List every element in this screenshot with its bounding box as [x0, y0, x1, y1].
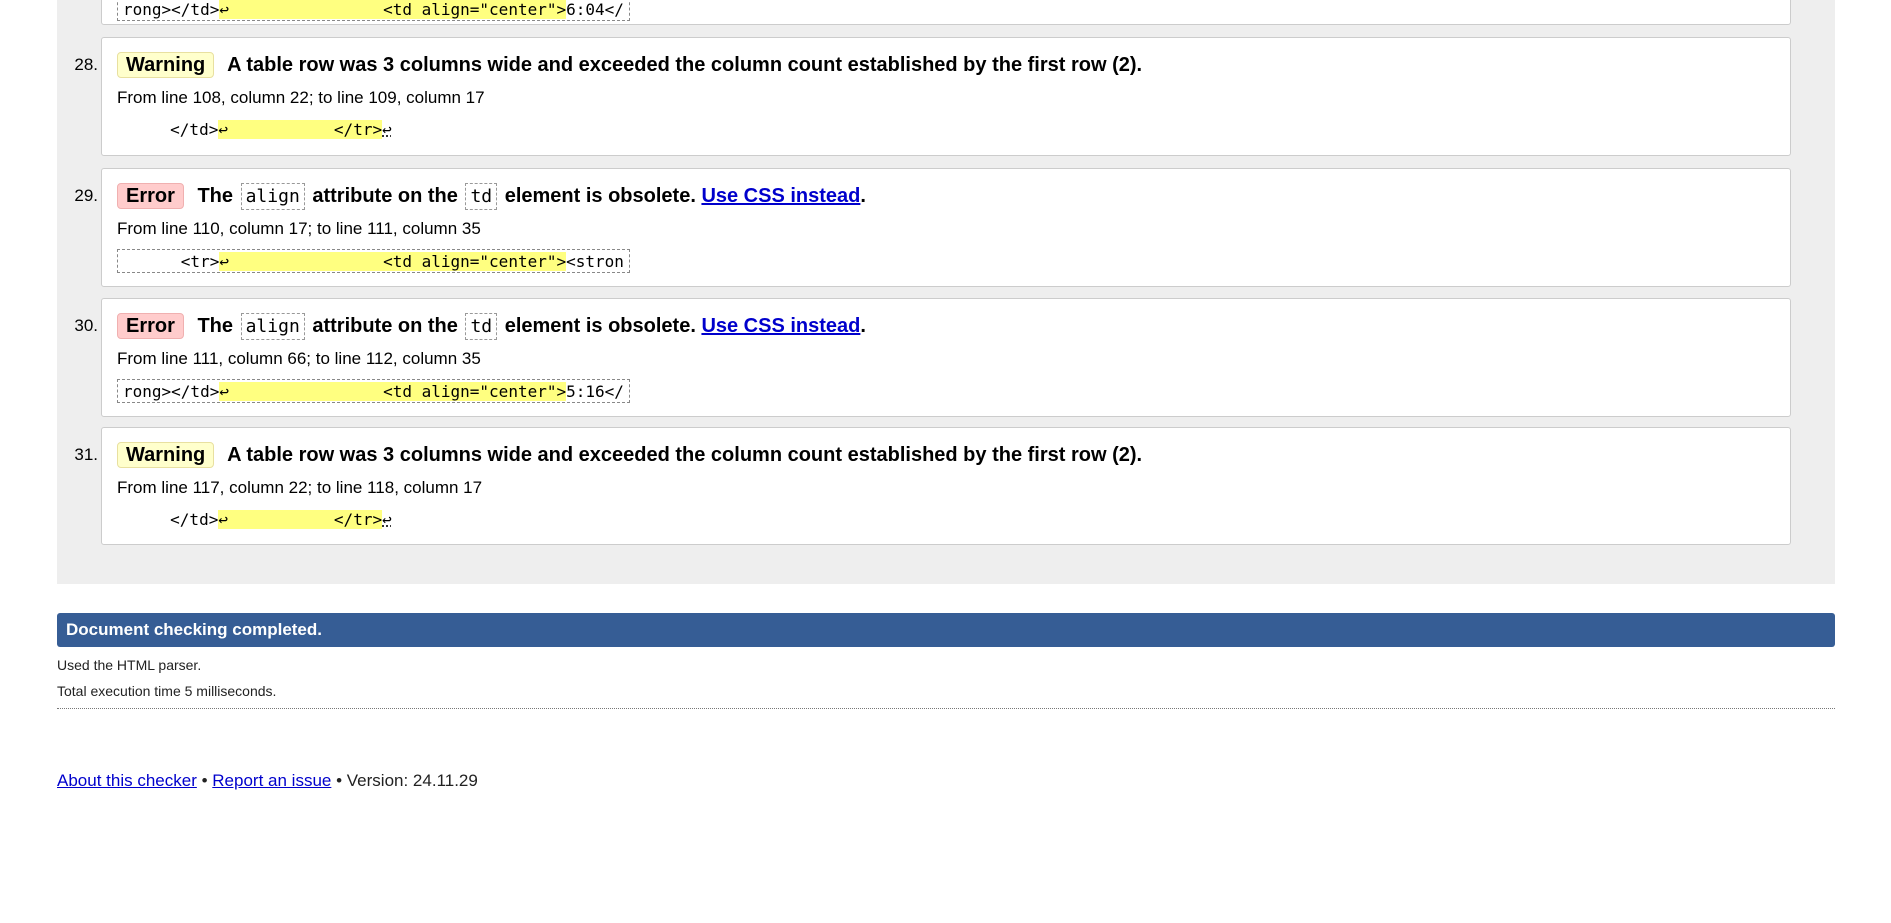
message-location: From line 117, column 22; to line 118, c…	[117, 478, 483, 497]
message-headline: Warning A table row was 3 columns wide a…	[117, 442, 1142, 468]
message-text: element is obsolete.	[504, 185, 696, 207]
separator: •	[336, 771, 343, 790]
inline-code: td	[465, 313, 498, 340]
inline-code: td	[465, 183, 498, 210]
report-issue-link[interactable]: Report an issue	[212, 771, 331, 790]
extract-text: <stron	[566, 252, 624, 271]
execution-time: Total execution time 5 milliseconds.	[57, 683, 277, 699]
code-extract: <tr>↩ <td align="center"><stron	[117, 249, 630, 273]
message-card-error: Error The align attribute on the td elem…	[101, 168, 1791, 287]
inline-code: align	[240, 183, 305, 210]
message-text: attribute on the	[312, 185, 458, 207]
about-link[interactable]: About this checker	[57, 771, 197, 790]
footer: About this checker • Report an issue • V…	[57, 771, 478, 791]
message-headline: Warning A table row was 3 columns wide a…	[117, 52, 1142, 78]
extract-text: 5:16</	[566, 382, 624, 401]
extract-text: </td>	[122, 120, 219, 139]
message-text: A table row was 3 columns wide and excee…	[227, 54, 1143, 76]
message-card-warning: Warning A table row was 3 columns wide a…	[101, 427, 1791, 545]
parser-info: Used the HTML parser.	[57, 657, 202, 673]
message-card-previous: rong></td>↩ <td align="center">6:04</	[101, 0, 1791, 25]
code-extract: rong></td>↩ <td align="center">6:04</	[117, 0, 630, 21]
extract-text: rong></td>	[123, 0, 220, 19]
extract-text: <tr>	[123, 252, 220, 271]
message-text: The	[197, 185, 234, 207]
message-text: A table row was 3 columns wide and excee…	[227, 444, 1143, 466]
message-location: From line 111, column 66; to line 112, c…	[117, 349, 481, 368]
message-text: .	[860, 185, 866, 207]
message-headline: Error The align attribute on the td elem…	[117, 313, 866, 340]
separator: •	[201, 771, 208, 790]
message-text: attribute on the	[312, 315, 458, 337]
error-badge: Error	[117, 183, 184, 209]
version-text: Version: 24.11.29	[346, 771, 478, 790]
extract-highlight: ↩ </tr>	[218, 120, 383, 139]
message-text: element is obsolete.	[504, 315, 696, 337]
code-extract: rong></td>↩ <td align="center">5:16</	[117, 379, 630, 403]
completion-banner: Document checking completed.	[57, 613, 1835, 647]
extract-highlight: ↩ <td align="center">	[219, 252, 567, 271]
message-text: The	[197, 315, 234, 337]
message-number: 31.	[74, 445, 98, 464]
message-card-error: Error The align attribute on the td elem…	[101, 298, 1791, 417]
extract-text: ↩	[382, 510, 392, 529]
message-location: From line 108, column 22; to line 109, c…	[117, 88, 485, 107]
message-location: From line 110, column 17; to line 111, c…	[117, 219, 481, 238]
extract-highlight: ↩ </tr>	[218, 510, 383, 529]
message-number: 29.	[74, 186, 98, 205]
inline-code: align	[240, 313, 305, 340]
message-number: 28.	[74, 55, 98, 74]
extract-highlight: ↩ <td align="center">	[219, 382, 567, 401]
code-extract: </td>↩ </tr>↩	[117, 508, 397, 532]
message-number: 30.	[74, 316, 98, 335]
use-css-link[interactable]: Use CSS instead	[701, 315, 860, 337]
warning-badge: Warning	[117, 442, 215, 468]
extract-text: ↩	[382, 120, 392, 139]
divider	[57, 708, 1835, 709]
message-card-warning: Warning A table row was 3 columns wide a…	[101, 37, 1791, 156]
extract-text: </td>	[122, 510, 219, 529]
use-css-link[interactable]: Use CSS instead	[701, 185, 860, 207]
warning-badge: Warning	[117, 52, 215, 78]
code-extract: </td>↩ </tr>↩	[117, 118, 397, 142]
message-headline: Error The align attribute on the td elem…	[117, 183, 866, 210]
extract-text: rong></td>	[123, 382, 220, 401]
extract-highlight: ↩ <td align="center">	[219, 0, 567, 19]
message-text: .	[860, 315, 866, 337]
error-badge: Error	[117, 313, 184, 339]
extract-text: 6:04</	[566, 0, 624, 19]
